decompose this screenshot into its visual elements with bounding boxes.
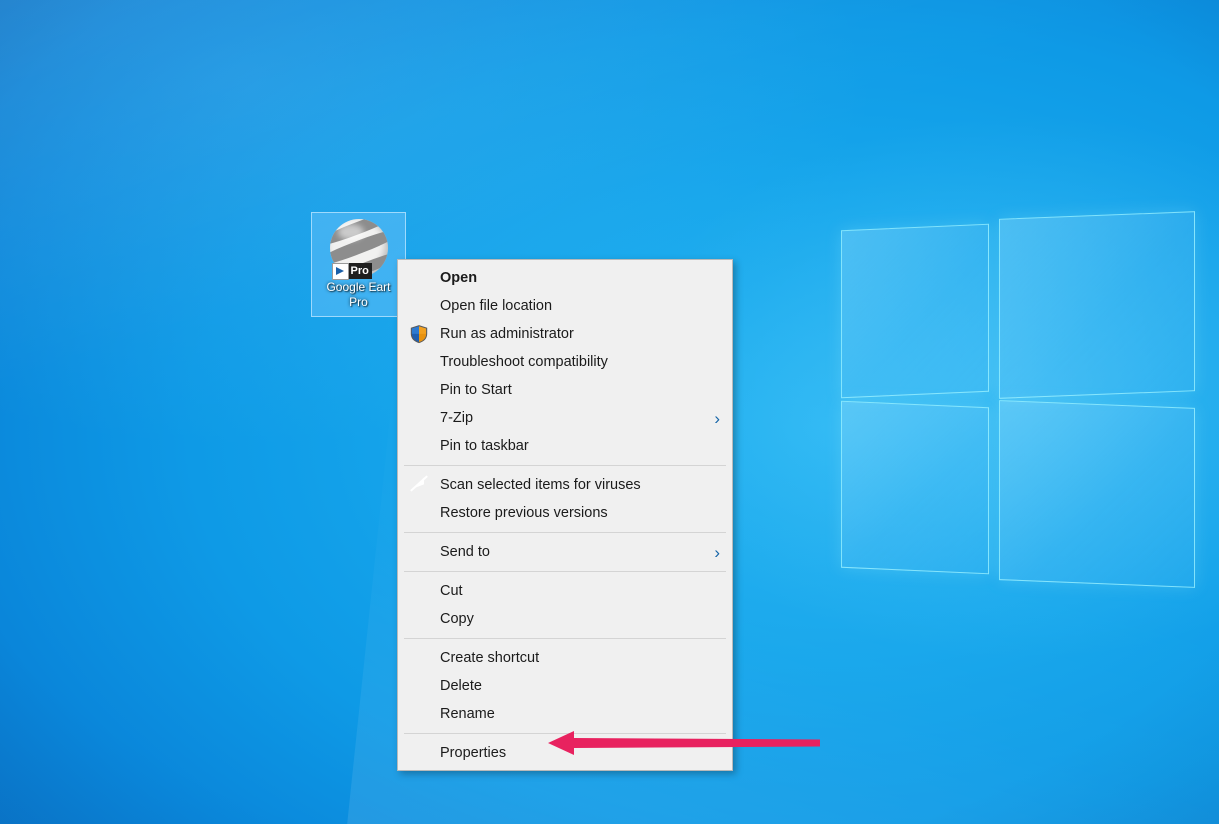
menu-item-open-file-location[interactable]: Open file location — [398, 292, 732, 320]
globe-highlight — [337, 224, 364, 240]
menu-item-open[interactable]: Open — [398, 264, 732, 292]
google-earth-globe-icon: Pro — [329, 219, 388, 280]
desktop-icon-label-line2: Pro — [349, 295, 368, 309]
menu-item-properties[interactable]: Properties — [398, 739, 732, 767]
menu-item-scan-selected-items-for-viruses[interactable]: Scan selected items for viruses — [398, 471, 732, 499]
menu-item-label: Troubleshoot compatibility — [440, 354, 608, 370]
menu-item-pin-to-taskbar[interactable]: Pin to taskbar — [398, 432, 732, 460]
menu-separator — [404, 532, 726, 533]
chevron-right-icon: › — [714, 408, 720, 428]
menu-item-label: Pin to Start — [440, 382, 512, 398]
menu-item-label: Delete — [440, 678, 482, 694]
menu-item-label: Run as administrator — [440, 326, 574, 342]
menu-item-pin-to-start[interactable]: Pin to Start — [398, 376, 732, 404]
chevron-right-icon: › — [714, 542, 720, 562]
menu-item-label: Pin to taskbar — [440, 438, 529, 454]
file-context-menu[interactable]: Open Open file location Run as administrat… — [397, 259, 733, 771]
menu-item-7-zip[interactable]: 7-Zip › — [398, 404, 732, 432]
menu-item-label: Cut — [440, 583, 463, 599]
menu-item-cut[interactable]: Cut — [398, 577, 732, 605]
shortcut-arrow-icon — [331, 262, 349, 280]
pro-badge-label: Pro — [350, 264, 369, 277]
menu-item-send-to[interactable]: Send to › — [398, 538, 732, 566]
menu-item-label: Open file location — [440, 298, 553, 314]
menu-item-run-as-administrator[interactable]: Run as administrator — [398, 320, 732, 348]
desktop-icon-label-line1: Google Eart — [326, 280, 391, 294]
menu-separator — [404, 733, 726, 734]
desktop-icon-label: Google Eart Pro — [312, 280, 405, 310]
menu-item-label: Restore previous versions — [440, 505, 608, 521]
menu-item-label: Properties — [440, 745, 507, 761]
desktop-icon-google-earth-pro[interactable]: Pro Google Eart Pro — [311, 212, 406, 317]
menu-separator — [404, 571, 726, 572]
menu-item-copy[interactable]: Copy — [398, 605, 732, 633]
menu-item-label: Copy — [440, 611, 474, 627]
antivirus-shield-icon — [410, 475, 429, 495]
menu-item-create-shortcut[interactable]: Create shortcut — [398, 644, 732, 672]
menu-item-troubleshoot-compatibility[interactable]: Troubleshoot compatibility — [398, 348, 732, 376]
menu-item-delete[interactable]: Delete — [398, 672, 732, 700]
menu-item-rename[interactable]: Rename — [398, 700, 732, 728]
menu-item-label: Open — [440, 270, 478, 286]
pro-badge: Pro — [331, 262, 372, 280]
menu-item-label: 7-Zip — [440, 410, 474, 426]
menu-separator — [404, 638, 726, 639]
menu-item-restore-previous-versions[interactable]: Restore previous versions — [398, 499, 732, 527]
menu-item-label: Scan selected items for viruses — [440, 477, 641, 493]
menu-item-label: Create shortcut — [440, 650, 540, 666]
menu-separator — [404, 465, 726, 466]
desktop[interactable]: Pro Google Eart Pro Open Open file locati… — [0, 0, 1219, 824]
menu-item-label: Send to — [440, 544, 490, 560]
menu-item-label: Rename — [440, 706, 495, 722]
uac-shield-icon — [410, 325, 429, 344]
